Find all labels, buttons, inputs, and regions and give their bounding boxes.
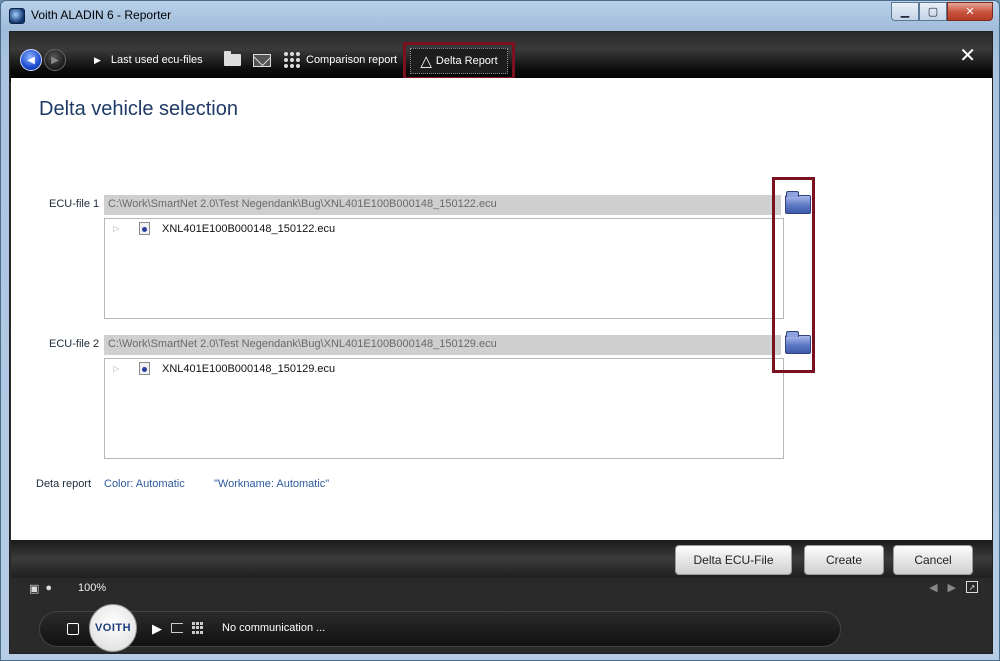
email-button[interactable]	[253, 50, 271, 70]
tree-item-label: XNL401E100B000148_150129.ecu	[162, 362, 336, 375]
play-icon[interactable]: ▶	[152, 621, 162, 637]
next-page-icon[interactable]: ▶	[948, 581, 956, 594]
minimize-button[interactable]: ▁	[891, 2, 919, 21]
maximize-button[interactable]: ▢	[919, 2, 947, 21]
fit-screen-icon[interactable]: ▣	[29, 582, 39, 595]
window-title: Voith ALADIN 6 - Reporter	[31, 8, 172, 22]
main-toolbar: ◀ ▶ ▶ Last used ecu-files Comparison rep…	[10, 32, 992, 82]
mail-icon	[253, 53, 271, 67]
reporter-app: ◀ ▶ ▶ Last used ecu-files Comparison rep…	[9, 31, 993, 654]
open-folder-button[interactable]	[224, 50, 241, 70]
zoom-level: 100%	[78, 582, 107, 594]
delta-ecu-file-button[interactable]: Delta ECU-File	[675, 545, 792, 575]
close-icon: ✕	[965, 6, 975, 18]
page-navigation: ◀ ▶ ↗	[929, 581, 978, 594]
zoom-controls: ▣ ●	[29, 582, 52, 595]
window-controls: ▁ ▢ ✕	[891, 2, 993, 21]
workname-option-link[interactable]: "Workname: Automatic"	[214, 478, 329, 490]
comment-icon[interactable]: ●	[45, 582, 52, 595]
close-window-button[interactable]: ✕	[947, 2, 993, 21]
voith-logo[interactable]: VOITH	[89, 604, 137, 652]
arrow-right-icon: ▶	[51, 54, 59, 66]
status-bar: ▣ ● 100% ◀ ▶ ↗	[11, 578, 992, 600]
ecu-file-icon	[139, 222, 150, 235]
delta-report-tab[interactable]: △ Delta Report	[410, 48, 508, 74]
comparison-report-label: Comparison report	[306, 54, 398, 66]
ecu-file-2-label: ECU-file 2	[49, 338, 100, 350]
arrow-left-icon: ◀	[27, 54, 35, 66]
bottom-dock: ▶ No communication ...	[39, 611, 841, 647]
ecu-file-2-path-field[interactable]: C:\Work\SmartNet 2.0\Test Negendank\Bug\…	[104, 335, 781, 355]
grid-icon[interactable]	[192, 622, 204, 634]
page-title: Delta vehicle selection	[39, 98, 238, 120]
delta-report-highlight: △ Delta Report	[403, 42, 515, 80]
app-window: Voith ALADIN 6 - Reporter ▁ ▢ ✕ ◀ ▶ ▶ La…	[0, 0, 1000, 661]
minimize-icon: ▁	[900, 6, 910, 18]
delta-report-label: Deta report	[36, 478, 92, 490]
delta-selection-panel: Delta vehicle selection ECU-file 1 C:\Wo…	[11, 78, 992, 540]
ecu-file-1-label: ECU-file 1	[49, 198, 100, 210]
expand-icon[interactable]: ↗	[966, 581, 978, 593]
tree-item[interactable]: ▷ XNL401E100B000148_150122.ecu	[113, 222, 335, 235]
delta-triangle-icon: △	[420, 53, 432, 70]
stop-square-icon[interactable]	[67, 623, 79, 635]
tree-item[interactable]: ▷ XNL401E100B000148_150129.ecu	[113, 362, 335, 375]
tree-item-label: XNL401E100B000148_150122.ecu	[162, 222, 336, 235]
communication-status: No communication ...	[222, 622, 326, 634]
create-button[interactable]: Create	[804, 545, 884, 575]
maximize-icon: ▢	[927, 6, 939, 18]
forward-button[interactable]: ▶	[44, 49, 66, 71]
aladin-app-icon	[9, 8, 25, 24]
folder-buttons-highlight	[772, 177, 815, 373]
connection-icon[interactable]	[171, 623, 183, 633]
comparison-report-button[interactable]: Comparison report	[284, 50, 397, 70]
expand-arrow-icon[interactable]: ▷	[113, 224, 123, 233]
title-bar: Voith ALADIN 6 - Reporter ▁ ▢ ✕	[1, 1, 999, 31]
last-used-ecu-files-button[interactable]: ▶ Last used ecu-files	[94, 50, 203, 70]
ecu-file-icon	[139, 362, 150, 375]
ecu-file-2-tree[interactable]: ▷ XNL401E100B000148_150129.ecu	[104, 358, 784, 459]
cancel-button[interactable]: Cancel	[893, 545, 973, 575]
ecu-file-1-path-field[interactable]: C:\Work\SmartNet 2.0\Test Negendank\Bug\…	[104, 195, 781, 215]
expand-arrow-icon[interactable]: ▷	[113, 364, 123, 373]
last-used-label: Last used ecu-files	[110, 54, 203, 66]
delta-report-label: Delta Report	[435, 55, 498, 67]
prev-page-icon[interactable]: ◀	[929, 581, 937, 594]
color-option-link[interactable]: Color: Automatic	[104, 478, 185, 490]
close-view-button[interactable]: ✕	[959, 46, 976, 66]
grid-icon	[284, 52, 300, 68]
back-button[interactable]: ◀	[20, 49, 42, 71]
play-icon: ▶	[94, 54, 101, 65]
folder-icon	[224, 51, 241, 66]
ecu-file-1-tree[interactable]: ▷ XNL401E100B000148_150122.ecu	[104, 218, 784, 319]
